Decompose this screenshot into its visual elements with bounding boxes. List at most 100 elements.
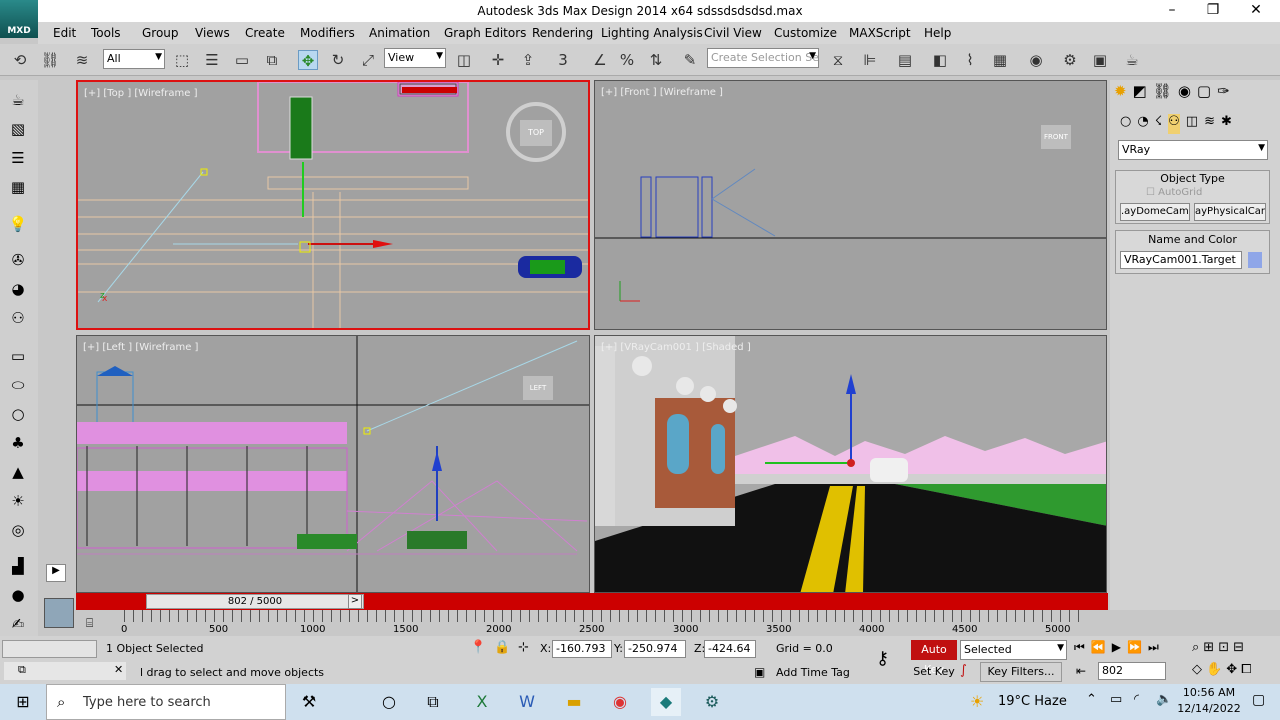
keyboard-shortcut-icon[interactable]: ⇪ bbox=[518, 50, 538, 70]
viewport-top-label[interactable]: [+] [Top ] [Wireframe ] bbox=[84, 88, 198, 99]
max-helper-icon[interactable]: ⚙ bbox=[697, 688, 727, 716]
menu-help[interactable]: Help bbox=[924, 26, 951, 40]
select-object-icon[interactable]: ⬚ bbox=[172, 50, 192, 70]
viewport-layout-icon[interactable] bbox=[44, 598, 74, 628]
autogrid-checkbox[interactable]: ☐ AutoGrid bbox=[1146, 187, 1269, 198]
link-icon[interactable]: ⛓ bbox=[40, 50, 60, 70]
shapes-icon[interactable]: ◔ bbox=[1137, 114, 1148, 134]
viewcube-left[interactable]: LEFT bbox=[523, 376, 553, 400]
key-filters-button[interactable]: Key Filters... bbox=[980, 662, 1062, 682]
cone-icon[interactable]: ▲ bbox=[7, 461, 29, 483]
teapot-icon[interactable]: ☕ bbox=[7, 89, 29, 111]
tools-app-icon[interactable]: ⚒ bbox=[294, 688, 324, 716]
edit-named-selection-icon[interactable]: ✎ bbox=[680, 50, 700, 70]
task-view-icon[interactable]: ⧉ bbox=[418, 688, 448, 716]
window-crossing-icon[interactable]: ⧉ bbox=[262, 50, 282, 70]
menu-create[interactable]: Create bbox=[245, 26, 285, 40]
camera-icon[interactable]: ⚇ bbox=[7, 307, 29, 329]
weather-icon[interactable]: ☀ bbox=[970, 692, 984, 711]
menu-maxscript[interactable]: MAXScript bbox=[849, 26, 911, 40]
stairs-icon[interactable]: ▟ bbox=[7, 555, 29, 577]
curve-editor-icon[interactable]: ⌇ bbox=[960, 50, 980, 70]
ellipse-icon[interactable]: ⬭ bbox=[7, 374, 29, 396]
spinner-snap-icon[interactable]: ⇅ bbox=[646, 50, 666, 70]
tray-arrow-icon[interactable]: ⌃ bbox=[1086, 692, 1097, 707]
menu-views[interactable]: Views bbox=[195, 26, 230, 40]
viewport-front-label[interactable]: [+] [Front ] [Wireframe ] bbox=[601, 87, 723, 98]
timeline-ruler[interactable]: ⌸ 0 500 1000 1500 2000 2500 3000 3500 40… bbox=[76, 610, 1108, 636]
align-icon[interactable]: ⊫ bbox=[860, 50, 880, 70]
notifications-icon[interactable]: ▢ bbox=[1252, 692, 1265, 708]
plant-icon[interactable]: ♣ bbox=[7, 432, 29, 454]
helpers-icon[interactable]: ◫ bbox=[1186, 114, 1198, 134]
orbit-icon[interactable]: ✥ bbox=[1226, 662, 1237, 677]
mini-curve-editor-icon[interactable]: ⌸ bbox=[86, 616, 93, 631]
grid-icon[interactable]: ▦ bbox=[7, 176, 29, 198]
list-icon[interactable]: ☰ bbox=[7, 147, 29, 169]
circle-icon[interactable]: ○ bbox=[7, 403, 29, 425]
menu-rendering[interactable]: Rendering bbox=[532, 26, 593, 40]
brush-icon[interactable]: ✍ bbox=[7, 613, 29, 635]
auto-key-button[interactable]: Auto Key bbox=[911, 640, 957, 676]
minimize-button[interactable]: – bbox=[1152, 2, 1192, 20]
time-tag-icon[interactable]: ▣ bbox=[754, 665, 765, 679]
torus-icon[interactable]: ◎ bbox=[7, 519, 29, 541]
menu-modifiers[interactable]: Modifiers bbox=[300, 26, 355, 40]
angle-snap-icon[interactable]: ∠ bbox=[590, 50, 610, 70]
object-type-header[interactable]: Object Type bbox=[1116, 172, 1269, 185]
scale-icon[interactable]: ⤢ bbox=[358, 50, 378, 70]
lights-icon[interactable]: ☇ bbox=[1155, 114, 1162, 134]
file-explorer-icon[interactable]: ▬ bbox=[559, 688, 589, 716]
viewport-left-label[interactable]: [+] [Left ] [Wireframe ] bbox=[83, 342, 198, 353]
menu-edit[interactable]: Edit bbox=[53, 26, 76, 40]
sphere-icon[interactable]: ◕ bbox=[7, 278, 29, 300]
menu-lighting-analysis[interactable]: Lighting Analysis bbox=[601, 26, 703, 40]
time-slider[interactable]: 802 / 5000 bbox=[146, 594, 364, 609]
clock-time[interactable]: 10:56 AM bbox=[1178, 686, 1240, 699]
menu-animation[interactable]: Animation bbox=[369, 26, 430, 40]
close-script-icon[interactable]: ✕ bbox=[114, 663, 123, 676]
weather-text[interactable]: 19°C Haze bbox=[998, 694, 1067, 709]
percent-snap-icon[interactable]: % bbox=[617, 50, 637, 70]
graphite-tools-icon[interactable]: ◧ bbox=[930, 50, 950, 70]
menu-group[interactable]: Group bbox=[142, 26, 179, 40]
rendered-frame-icon[interactable]: ▣ bbox=[1090, 50, 1110, 70]
close-button[interactable]: ✕ bbox=[1236, 2, 1276, 20]
reference-coordinate-dropdown[interactable]: View ▼ bbox=[384, 48, 446, 68]
key-mode-toggle-icon[interactable]: ⇤ bbox=[1076, 664, 1086, 678]
utilities-tab-icon[interactable]: ✑ bbox=[1217, 82, 1230, 108]
menu-customize[interactable]: Customize bbox=[774, 26, 837, 40]
render-production-icon[interactable]: ☕ bbox=[1122, 50, 1142, 70]
taskbar-search[interactable]: ⌕ Type here to search bbox=[46, 684, 286, 720]
word-icon[interactable]: W bbox=[512, 688, 542, 716]
zoom-extents-all-icon[interactable]: ⊟ bbox=[1233, 640, 1244, 655]
play-mini-icon[interactable]: ▶ bbox=[46, 564, 66, 582]
geometry-icon[interactable]: ○ bbox=[1120, 114, 1131, 134]
select-and-move-icon[interactable]: ✥ bbox=[298, 50, 318, 70]
set-key-curve-icon[interactable]: ∫ bbox=[960, 663, 967, 678]
sun-icon[interactable]: ☀ bbox=[7, 490, 29, 512]
maxscript-listener[interactable] bbox=[2, 640, 97, 658]
windows-start-icon[interactable]: ⊞ bbox=[8, 688, 38, 716]
lock-selection-icon[interactable]: 🔒 bbox=[494, 640, 510, 655]
hierarchy-tab-icon[interactable]: ⛓ bbox=[1153, 82, 1172, 108]
absolute-mode-icon[interactable]: ⊹ bbox=[518, 640, 529, 655]
bulb-icon[interactable]: 💡 bbox=[7, 213, 29, 235]
key-icon[interactable]: ⚷ bbox=[876, 648, 889, 669]
viewport-camera[interactable]: [+] [VRayCam001 ] [Shaded ] bbox=[594, 335, 1107, 593]
bind-space-warp-icon[interactable]: ≋ bbox=[72, 50, 92, 70]
named-selection-dropdown[interactable]: Create Selection Se ▼ bbox=[707, 48, 819, 68]
rectangle-icon[interactable]: ▭ bbox=[7, 345, 29, 367]
viewport-top[interactable]: x z TOP [+] [Top ] [Wireframe ] bbox=[76, 80, 590, 330]
rect-selection-icon[interactable]: ▭ bbox=[232, 50, 252, 70]
zoom-all-icon[interactable]: ⊞ bbox=[1203, 640, 1214, 655]
tools-icon[interactable]: ✇ bbox=[7, 249, 29, 271]
z-coordinate-field[interactable]: -424.64 bbox=[704, 640, 756, 658]
rotate-icon[interactable]: ↻ bbox=[328, 50, 348, 70]
motion-tab-icon[interactable]: ◉ bbox=[1178, 82, 1191, 108]
viewport-left[interactable]: LEFT [+] [Left ] [Wireframe ] bbox=[76, 335, 590, 593]
next-key-icon[interactable]: ⏩ bbox=[1127, 640, 1142, 655]
viewcube-front[interactable]: FRONT bbox=[1041, 125, 1071, 149]
y-coordinate-field[interactable]: -250.974 bbox=[624, 640, 686, 658]
app-logo[interactable]: MXD bbox=[0, 0, 38, 38]
